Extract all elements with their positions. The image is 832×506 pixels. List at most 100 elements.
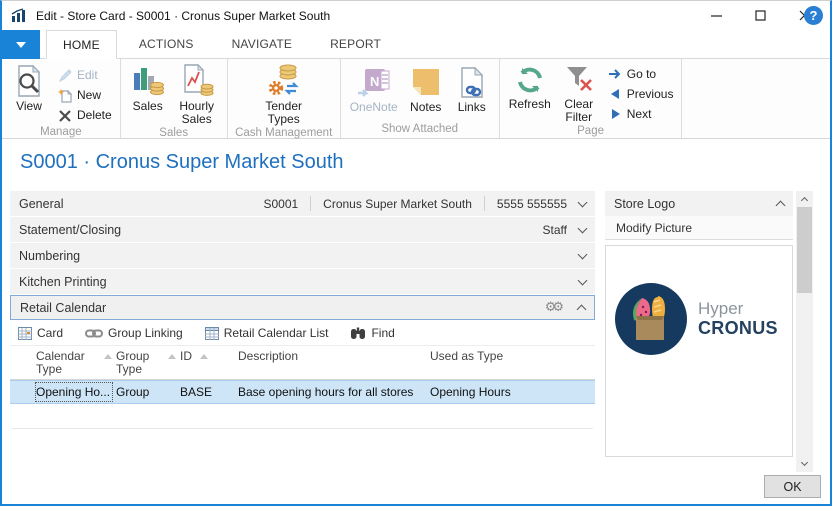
fasttab-kitchen-printing[interactable]: Kitchen Printing <box>10 269 595 294</box>
notes-label: Notes <box>410 100 442 114</box>
previous-triangle-icon <box>610 89 619 99</box>
ribbon: View Edit New Delete Manage Sales Hourly… <box>2 59 830 139</box>
fasttab-bottom-divider <box>12 428 593 429</box>
fasttab-numbering[interactable]: Numbering <box>10 243 595 268</box>
column-header-id[interactable]: ID <box>178 346 236 379</box>
column-header-calendar-type[interactable]: Calendar Type <box>34 346 114 379</box>
sort-ascending-icon <box>104 354 112 359</box>
tab-actions[interactable]: ACTIONS <box>123 30 210 58</box>
cash-management-group-label: Cash Management <box>235 127 333 139</box>
cell-calendar-type[interactable]: Opening Ho... <box>34 381 114 403</box>
delete-button[interactable]: Delete <box>54 105 116 125</box>
tab-report[interactable]: REPORT <box>314 30 397 58</box>
row-indent <box>10 346 34 379</box>
application-menu-button[interactable] <box>2 30 40 59</box>
group-linking-action-label: Group Linking <box>108 326 183 340</box>
onenote-label: OneNote <box>349 100 398 114</box>
hourly-sales-button[interactable]: Hourly Sales <box>171 61 223 126</box>
fasttab-general[interactable]: General S0001 Cronus Super Market South … <box>10 191 595 216</box>
chevron-down-icon[interactable] <box>577 223 588 233</box>
chevron-up-icon[interactable] <box>775 200 786 211</box>
page-group-label: Page <box>577 125 604 137</box>
view-button[interactable]: View <box>6 61 52 113</box>
chevron-down-icon[interactable] <box>577 275 588 285</box>
chevron-down-icon[interactable] <box>577 249 588 259</box>
next-triangle-icon <box>611 109 620 119</box>
card-grid-icon <box>18 327 32 340</box>
help-icon[interactable]: ? <box>804 6 823 25</box>
retail-calendar-list-action-label: Retail Calendar List <box>223 326 329 340</box>
go-to-button[interactable]: Go to <box>604 64 678 84</box>
tab-home[interactable]: HOME <box>46 30 117 59</box>
calendar-type-header-label: Calendar Type <box>36 349 85 376</box>
chevron-up-icon[interactable] <box>576 304 587 315</box>
chevron-down-icon[interactable] <box>577 197 588 207</box>
card-action[interactable]: Card <box>18 326 63 340</box>
column-header-group-type[interactable]: Group Type <box>114 346 178 379</box>
modify-picture-action[interactable]: Modify Picture <box>605 216 793 240</box>
settings-gears-icon[interactable]: ⚙⚙ <box>545 300 564 315</box>
general-summary-no: S0001 <box>263 196 299 211</box>
titlebar: Edit - Store Card - S0001 · Cronus Super… <box>2 1 830 30</box>
scrollbar-thumb[interactable] <box>797 207 812 293</box>
links-button[interactable]: Links <box>449 61 495 114</box>
link-chain-icon <box>85 329 104 337</box>
minimize-button[interactable] <box>694 1 738 30</box>
next-button[interactable]: Next <box>604 104 678 124</box>
logo-hyper-text: Hyper <box>698 299 744 318</box>
group-linking-action[interactable]: Group Linking <box>85 326 183 340</box>
column-header-used-as-type[interactable]: Used as Type <box>428 346 595 379</box>
clear-filter-button[interactable]: Clear Filter <box>556 61 602 124</box>
tab-navigate[interactable]: NAVIGATE <box>216 30 309 58</box>
scroll-up-icon[interactable] <box>796 191 813 206</box>
previous-button[interactable]: Previous <box>604 84 678 104</box>
row-indent <box>10 381 34 403</box>
cell-description[interactable]: Base opening hours for all stores <box>236 381 428 403</box>
tender-types-button[interactable]: Tender Types <box>256 61 312 126</box>
cronus-logo: Hyper CRONUS <box>614 282 778 356</box>
store-logo-picture[interactable]: Hyper CRONUS <box>605 245 793 457</box>
cell-used-as-type[interactable]: Opening Hours <box>428 381 595 403</box>
fasttab-retail-calendar[interactable]: Retail Calendar ⚙⚙ <box>10 295 595 320</box>
retail-calendar-table: Calendar Type Group Type ID Description … <box>10 346 595 429</box>
links-label: Links <box>457 100 486 114</box>
onenote-button: N OneNote <box>345 61 403 114</box>
card-action-label: Card <box>37 326 64 340</box>
tab-navigate-label: NAVIGATE <box>231 37 293 51</box>
cell-id[interactable]: BASE <box>178 381 236 403</box>
delete-label: Delete <box>77 108 112 122</box>
sales-button[interactable]: Sales <box>125 61 171 113</box>
store-logo-header[interactable]: Store Logo <box>605 191 793 216</box>
ok-button[interactable]: OK <box>764 475 821 498</box>
sort-ascending-icon <box>168 354 176 359</box>
show-attached-group-label: Show Attached <box>381 123 459 135</box>
column-header-description[interactable]: Description <box>236 346 428 379</box>
refresh-button[interactable]: Refresh <box>504 61 556 111</box>
ribbon-group-cash-management: Tender Types Cash Management <box>228 59 341 139</box>
group-type-header-label: Group Type <box>116 349 150 376</box>
maximize-button[interactable] <box>738 1 782 30</box>
list-table-icon <box>204 327 219 340</box>
vertical-scrollbar[interactable] <box>796 191 813 472</box>
svg-text:N: N <box>370 74 379 89</box>
retail-calendar-list-action[interactable]: Retail Calendar List <box>204 326 329 340</box>
fasttab-statement-closing[interactable]: Statement/Closing Staff <box>10 217 595 242</box>
scroll-down-icon[interactable] <box>796 457 813 472</box>
clear-filter-icon <box>566 67 592 91</box>
used-as-type-header-label: Used as Type <box>430 349 504 363</box>
notes-button[interactable]: Notes <box>403 61 449 114</box>
table-row[interactable]: Opening Ho... Group BASE Base opening ho… <box>10 380 595 404</box>
sort-ascending-icon <box>200 354 208 359</box>
cell-group-type[interactable]: Group <box>114 381 178 403</box>
refresh-icon <box>517 67 542 93</box>
kitchen-printing-label: Kitchen Printing <box>19 274 107 289</box>
go-to-arrow-icon <box>608 69 621 79</box>
sales-chart-icon <box>133 68 164 96</box>
summary-divider <box>310 196 312 211</box>
manage-group-label: Manage <box>40 126 82 138</box>
find-action-label: Find <box>371 326 395 340</box>
new-label: New <box>77 88 102 102</box>
new-button[interactable]: New <box>54 85 116 105</box>
find-action[interactable]: Find <box>350 326 395 340</box>
ribbon-tab-row: HOME ACTIONS NAVIGATE REPORT <box>2 30 830 59</box>
